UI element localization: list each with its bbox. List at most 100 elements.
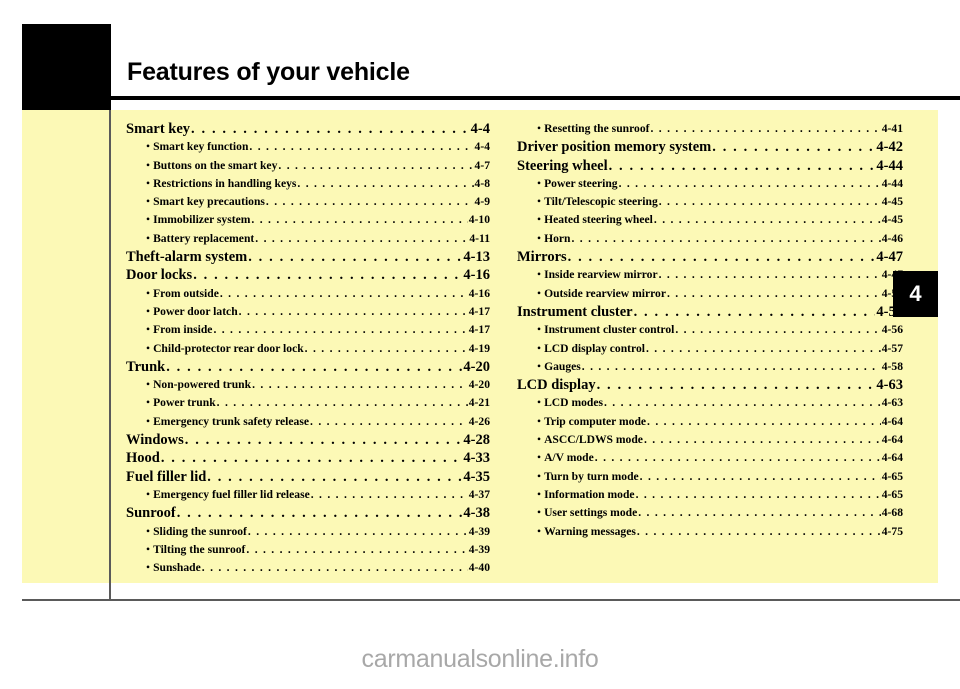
toc-subsection-entry[interactable]: • Smart key precautions. . . . . . . . . … xyxy=(126,193,490,211)
toc-subsection-entry[interactable]: • Immobilizer system. . . . . . . . . . .… xyxy=(126,211,490,229)
toc-entry-page: 4-41 xyxy=(881,122,903,135)
toc-section-entry[interactable]: Trunk. . . . . . . . . . . . . . . . . .… xyxy=(126,358,490,376)
toc-leader-dots: . . . . . . . . . . . . . . . . . . . . … xyxy=(238,304,468,318)
toc-entry-page: 4-28 xyxy=(463,432,490,449)
toc-entry-label: Fuel filler lid xyxy=(126,468,207,485)
bullet-icon: • xyxy=(146,396,151,410)
toc-subsection-entry[interactable]: • Child-protector rear door lock. . . . .… xyxy=(126,340,490,358)
toc-subsection-entry[interactable]: • Power trunk. . . . . . . . . . . . . . … xyxy=(126,394,490,412)
toc-entry-page: 4-64 xyxy=(881,451,903,465)
toc-entry-label: Resetting the sunroof xyxy=(544,122,650,135)
toc-section-entry[interactable]: Instrument cluster. . . . . . . . . . . … xyxy=(517,303,903,321)
toc-entry-label: Emergency fuel filler lid release xyxy=(153,487,310,501)
toc-section-entry[interactable]: Smart key. . . . . . . . . . . . . . . .… xyxy=(126,120,490,138)
toc-leader-dots: . . . . . . . . . . . . . . . . . . . . … xyxy=(650,122,880,135)
toc-leader-dots: . . . . . . . . . . . . . . . . . . . . … xyxy=(618,176,881,190)
toc-entry-page: 4-4 xyxy=(470,121,490,137)
toc-entry-label: Emergency trunk safety release xyxy=(153,414,310,428)
toc-entry-page: 4-40 xyxy=(468,561,490,575)
toc-leader-dots: . . . . . . . . . . . . . . . . . . . . … xyxy=(639,469,881,483)
toc-section-entry[interactable]: Theft-alarm system. . . . . . . . . . . … xyxy=(126,248,490,266)
toc-entry-page: 4-64 xyxy=(881,414,903,428)
toc-subsection-entry[interactable]: • Power steering. . . . . . . . . . . . .… xyxy=(517,175,903,193)
toc-subsection-entry[interactable]: • A/V mode. . . . . . . . . . . . . . . .… xyxy=(517,449,903,467)
toc-subsection-entry[interactable]: • Smart key function. . . . . . . . . . .… xyxy=(126,138,490,156)
toc-subsection-entry[interactable]: • Sliding the sunroof. . . . . . . . . . … xyxy=(126,523,490,541)
toc-entry-page: 4-4 xyxy=(474,140,490,154)
toc-section-entry[interactable]: Windows. . . . . . . . . . . . . . . . .… xyxy=(126,431,490,449)
toc-subsection-entry[interactable]: • Battery replacement. . . . . . . . . . … xyxy=(126,230,490,248)
toc-subsection-entry[interactable]: • Gauges. . . . . . . . . . . . . . . . .… xyxy=(517,358,903,376)
toc-entry-label: Tilting the sunroof xyxy=(153,542,246,556)
bullet-icon: • xyxy=(146,158,151,172)
toc-subsection-entry[interactable]: • Turn by turn mode. . . . . . . . . . . … xyxy=(517,468,903,486)
toc-entry-label: Information mode xyxy=(544,487,635,501)
toc-subsection-entry[interactable]: • Emergency fuel filler lid release. . . … xyxy=(126,486,490,504)
toc-subsection-entry[interactable]: • User settings mode. . . . . . . . . . .… xyxy=(517,504,903,522)
toc-section-entry[interactable]: Sunroof. . . . . . . . . . . . . . . . .… xyxy=(126,504,490,522)
toc-subsection-entry[interactable]: • Restrictions in handling keys. . . . . … xyxy=(126,175,490,193)
toc-leader-dots: . . . . . . . . . . . . . . . . . . . . … xyxy=(265,195,474,209)
toc-entry-label: Turn by turn mode xyxy=(544,469,639,483)
toc-subsection-entry[interactable]: • Instrument cluster control. . . . . . .… xyxy=(517,321,903,339)
toc-subsection-entry[interactable]: • From inside. . . . . . . . . . . . . . … xyxy=(126,321,490,339)
toc-section-entry[interactable]: LCD display. . . . . . . . . . . . . . .… xyxy=(517,376,903,394)
toc-entry-page: 4-63 xyxy=(876,377,903,394)
toc-subsection-entry[interactable]: • Tilting the sunroof. . . . . . . . . . … xyxy=(126,541,490,559)
toc-subsection-entry[interactable]: • Trip computer mode. . . . . . . . . . .… xyxy=(517,413,903,431)
toc-subsection-entry[interactable]: • Resetting the sunroof. . . . . . . . . … xyxy=(517,120,903,138)
toc-subsection-entry[interactable]: • Information mode. . . . . . . . . . . .… xyxy=(517,486,903,504)
toc-section-entry[interactable]: Door locks. . . . . . . . . . . . . . . … xyxy=(126,266,490,284)
toc-subsection-entry[interactable]: • LCD modes. . . . . . . . . . . . . . . … xyxy=(517,394,903,412)
toc-entry-label: Sunshade xyxy=(153,561,201,575)
bullet-icon: • xyxy=(146,561,151,575)
bullet-icon: • xyxy=(537,359,542,373)
toc-entry-page: 4-44 xyxy=(876,157,903,174)
bullet-icon: • xyxy=(146,542,151,556)
toc-section-entry[interactable]: Fuel filler lid. . . . . . . . . . . . .… xyxy=(126,468,490,486)
toc-entry-page: 4-39 xyxy=(468,524,490,538)
toc-subsection-entry[interactable]: • Heated steering wheel. . . . . . . . . … xyxy=(517,211,903,229)
toc-entry-label: Mirrors xyxy=(517,249,567,266)
toc-subsection-entry[interactable]: • LCD display control. . . . . . . . . . … xyxy=(517,340,903,358)
toc-leader-dots: . . . . . . . . . . . . . . . . . . . . … xyxy=(596,377,876,394)
toc-entry-page: 4-20 xyxy=(468,378,490,392)
toc-subsection-entry[interactable]: • Horn. . . . . . . . . . . . . . . . . .… xyxy=(517,230,903,248)
toc-subsection-entry[interactable]: • Emergency trunk safety release. . . . .… xyxy=(126,413,490,431)
toc-subsection-entry[interactable]: • Inside rearview mirror. . . . . . . . .… xyxy=(517,266,903,284)
bullet-icon: • xyxy=(146,286,151,300)
bullet-icon: • xyxy=(146,176,151,190)
toc-subsection-entry[interactable]: • ASCC/LDWS mode. . . . . . . . . . . . .… xyxy=(517,431,903,449)
toc-leader-dots: . . . . . . . . . . . . . . . . . . . . … xyxy=(658,195,881,209)
toc-leader-dots: . . . . . . . . . . . . . . . . . . . . … xyxy=(255,231,468,245)
toc-subsection-entry[interactable]: • Outside rearview mirror. . . . . . . . … xyxy=(517,285,903,303)
bullet-icon: • xyxy=(537,231,542,245)
bullet-icon: • xyxy=(537,122,542,135)
toc-subsection-entry[interactable]: • Warning messages. . . . . . . . . . . .… xyxy=(517,523,903,541)
toc-entry-page: 4-16 xyxy=(468,286,490,300)
toc-section-entry[interactable]: Mirrors. . . . . . . . . . . . . . . . .… xyxy=(517,248,903,266)
toc-subsection-entry[interactable]: • Sunshade. . . . . . . . . . . . . . . .… xyxy=(126,559,490,577)
toc-entry-page: 4-68 xyxy=(881,506,903,520)
toc-subsection-entry[interactable]: • Tilt/Telescopic steering. . . . . . . .… xyxy=(517,193,903,211)
toc-entry-page: 4-7 xyxy=(474,158,490,172)
toc-leader-dots: . . . . . . . . . . . . . . . . . . . . … xyxy=(675,323,880,337)
toc-subsection-entry[interactable]: • Non-powered trunk. . . . . . . . . . . … xyxy=(126,376,490,394)
bullet-icon: • xyxy=(537,414,542,428)
site-watermark: carmanualsonline.info xyxy=(361,645,599,673)
toc-entry-page: 4-17 xyxy=(468,323,490,337)
toc-entry-label: Instrument cluster control xyxy=(544,323,675,337)
toc-subsection-entry[interactable]: • Power door latch. . . . . . . . . . . .… xyxy=(126,303,490,321)
toc-subsection-entry[interactable]: • Buttons on the smart key. . . . . . . .… xyxy=(126,157,490,175)
toc-section-entry[interactable]: Hood. . . . . . . . . . . . . . . . . . … xyxy=(126,449,490,467)
toc-entry-page: 4-39 xyxy=(468,542,490,556)
toc-leader-dots: . . . . . . . . . . . . . . . . . . . . … xyxy=(193,267,462,284)
toc-section-entry[interactable]: Driver position memory system. . . . . .… xyxy=(517,138,903,156)
toc-entry-label: Sliding the sunroof xyxy=(153,524,247,538)
title-divider-rule xyxy=(110,96,960,100)
toc-entry-label: Power steering xyxy=(544,176,618,190)
toc-subsection-entry[interactable]: • From outside. . . . . . . . . . . . . .… xyxy=(126,285,490,303)
toc-leader-dots: . . . . . . . . . . . . . . . . . . . . … xyxy=(633,303,876,320)
toc-leader-dots: . . . . . . . . . . . . . . . . . . . . … xyxy=(251,213,467,227)
toc-section-entry[interactable]: Steering wheel. . . . . . . . . . . . . … xyxy=(517,157,903,175)
